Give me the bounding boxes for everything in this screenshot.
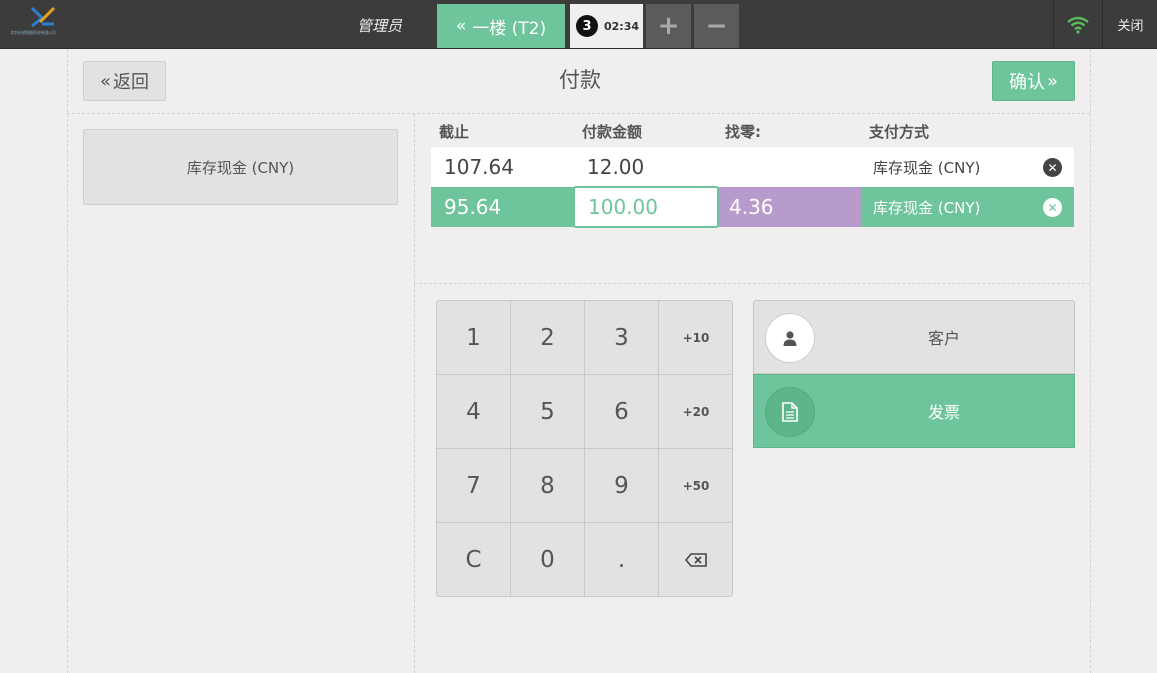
due-amount: 95.64 [444,195,502,219]
numpad-key-plus10[interactable]: +10 [659,301,732,375]
double-chevron-right-icon: » [1046,70,1058,92]
numpad-key-decimal[interactable]: . [585,523,659,596]
customer-button-label: 客户 [927,329,960,348]
close-button[interactable]: 关闭 [1104,0,1157,49]
right-divider [1090,49,1091,673]
confirm-button[interactable]: 确认 » [992,61,1075,101]
numpad-key-4[interactable]: 4 [437,375,511,449]
invoice-button[interactable]: 发票 [753,374,1075,448]
order-number-badge: 3 [576,15,598,37]
minus-icon: − [705,11,728,41]
logo-company-text: 北京长城智能科技有限公司 [10,30,56,35]
back-button[interactable]: « 返回 [83,61,166,101]
numpad-key-2[interactable]: 2 [511,301,585,375]
left-divider [67,49,68,673]
numpad-key-9[interactable]: 9 [585,449,659,523]
numpad-key-clear[interactable]: C [437,523,511,596]
table-divider [414,283,1090,284]
add-order-button[interactable]: + [646,4,691,48]
order-tab[interactable]: 3 02:34 [570,4,643,48]
numpad-key-8[interactable]: 8 [511,449,585,523]
wifi-status[interactable] [1053,0,1103,49]
confirm-button-label: 确认 [1008,72,1045,93]
payment-method-name: 库存现金 (CNY) [873,158,981,177]
top-bar: 北京长城智能科技有限公司 管理员 « 一楼 (T2) 3 02:34 + − 关… [0,0,1157,49]
payment-method-name: 库存现金 (CNY) [873,198,981,217]
payment-method-cash[interactable]: 库存现金 (CNY) [83,129,398,205]
numpad-key-3[interactable]: 3 [585,301,659,375]
tendered-amount[interactable]: 12.00 [587,147,644,187]
numpad: 1 2 3 +10 4 5 6 +20 7 8 9 +50 C 0 . [436,300,733,597]
change-amount: 4.36 [719,187,861,227]
numpad-key-0[interactable]: 0 [511,523,585,596]
wifi-icon [1067,16,1089,34]
floor-table-button[interactable]: « 一楼 (T2) [437,4,565,48]
column-header-tendered: 付款金额 [582,123,643,141]
numpad-key-1[interactable]: 1 [437,301,511,375]
double-chevron-left-icon: « [99,70,111,92]
numpad-key-plus50[interactable]: +50 [659,449,732,523]
delete-line-icon[interactable]: ✕ [1043,158,1062,177]
double-chevron-left-icon: « [455,16,467,36]
document-icon [765,387,815,437]
numpad-key-backspace[interactable] [659,523,732,596]
due-amount: 107.64 [444,155,514,179]
order-time: 02:34 [604,19,640,33]
column-header-method: 支付方式 [869,123,930,141]
admin-label[interactable]: 管理员 [357,15,402,36]
column-header-change: 找零: [725,123,761,141]
remove-order-button[interactable]: − [694,4,739,48]
payment-line-selected[interactable]: 95.64 100.00 4.36 库存现金 (CNY) ✕ [431,186,1074,228]
user-icon [765,313,815,363]
header-divider [67,113,1090,114]
page-title: 付款 [559,68,601,92]
delete-line-icon[interactable]: ✕ [1043,198,1062,217]
back-button-label: 返回 [113,72,149,93]
plus-icon: + [657,11,680,41]
payment-line[interactable]: 107.64 12.00 库存现金 (CNY) ✕ [431,147,1074,187]
center-divider [414,114,415,673]
floor-button-label: 一楼 (T2) [472,18,547,39]
numpad-key-7[interactable]: 7 [437,449,511,523]
invoice-button-label: 发票 [927,403,960,422]
tendered-amount-input[interactable]: 100.00 [573,186,719,228]
numpad-key-plus20[interactable]: +20 [659,375,732,449]
customer-button[interactable]: 客户 [753,300,1075,374]
column-header-due: 截止 [439,123,470,141]
company-logo: 北京长城智能科技有限公司 [10,6,76,40]
numpad-key-5[interactable]: 5 [511,375,585,449]
backspace-icon [685,553,707,567]
numpad-key-6[interactable]: 6 [585,375,659,449]
